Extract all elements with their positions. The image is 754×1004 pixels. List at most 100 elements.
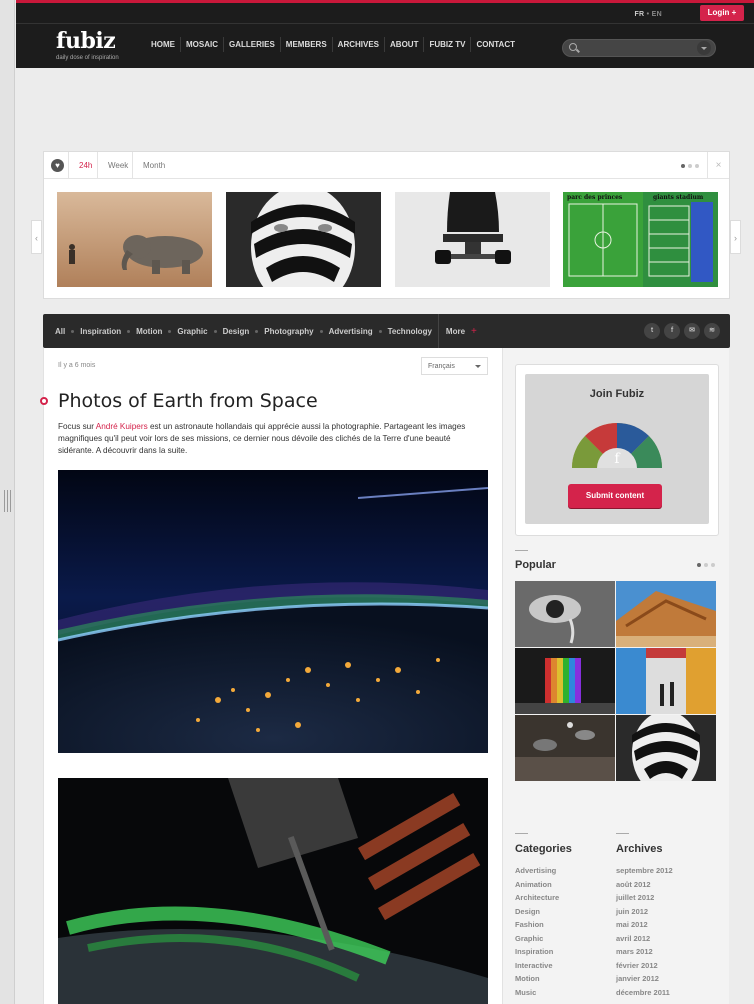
- category-link[interactable]: Music: [515, 986, 559, 1000]
- popular-thumb-eye[interactable]: [515, 581, 615, 647]
- category-link[interactable]: Fashion: [515, 918, 559, 932]
- featured-thumb-elephant[interactable]: [57, 192, 212, 287]
- category-link[interactable]: Interactive: [515, 959, 559, 973]
- heart-icon: ♥: [51, 159, 64, 172]
- archive-link[interactable]: juillet 2012: [616, 891, 673, 905]
- popular-title: Popular: [515, 559, 556, 571]
- logo-text: fubiz: [56, 28, 116, 54]
- category-link[interactable]: Animation: [515, 878, 559, 892]
- language-select[interactable]: Français: [421, 357, 488, 375]
- nav-archives[interactable]: ARCHIVES: [331, 37, 384, 52]
- popular-pager[interactable]: [697, 563, 715, 567]
- nav-about[interactable]: ABOUT: [384, 37, 423, 52]
- social-links: t f ✉ ≋: [644, 323, 720, 339]
- popular-thumb-face[interactable]: [616, 715, 716, 781]
- cat-advertising[interactable]: Advertising: [329, 327, 373, 336]
- cat-motion[interactable]: Motion: [136, 327, 162, 336]
- nav-mosaic[interactable]: MOSAIC: [180, 37, 223, 52]
- nav-home[interactable]: HOME: [146, 37, 180, 52]
- author-link[interactable]: André Kuipers: [96, 422, 148, 431]
- cat-more[interactable]: More: [446, 327, 465, 336]
- featured-prev-arrow[interactable]: ‹: [31, 220, 42, 254]
- post-date: Il y a 6 mois: [58, 362, 96, 369]
- lang-fr[interactable]: FR: [634, 11, 644, 18]
- featured-thumb-skateboard[interactable]: [395, 192, 550, 287]
- nav-members[interactable]: MEMBERS: [279, 37, 332, 52]
- divider: [515, 550, 528, 551]
- login-button[interactable]: Login +: [700, 5, 744, 21]
- category-nav: All Inspiration Motion Graphic Design Ph…: [55, 314, 477, 348]
- submit-content-button[interactable]: Submit content: [568, 484, 662, 508]
- cat-graphic[interactable]: Graphic: [177, 327, 207, 336]
- featured-thumb-stadium[interactable]: parc des princes giants stadium: [563, 192, 718, 287]
- chevron-down-icon[interactable]: [697, 41, 711, 55]
- archive-link[interactable]: février 2012: [616, 959, 673, 973]
- logo[interactable]: fubiz: [56, 28, 116, 54]
- archive-link[interactable]: décembre 2011: [616, 986, 673, 1000]
- nav-galleries[interactable]: GALLERIES: [223, 37, 280, 52]
- category-link[interactable]: Inspiration: [515, 945, 559, 959]
- category-link[interactable]: Architecture: [515, 891, 559, 905]
- popular-thumb-architecture[interactable]: [616, 581, 716, 647]
- popular-thumb-swing[interactable]: [515, 715, 615, 781]
- popular-thumb-gallery[interactable]: [616, 648, 716, 714]
- article-title[interactable]: Photos of Earth from Space: [58, 390, 318, 412]
- close-icon[interactable]: ×: [707, 152, 729, 179]
- header-divider: [16, 23, 754, 24]
- nav-fubiz-tv[interactable]: FUBIZ TV: [423, 37, 470, 52]
- twitter-icon[interactable]: t: [644, 323, 660, 339]
- archive-link[interactable]: avril 2012: [616, 932, 673, 946]
- cat-all[interactable]: All: [55, 327, 65, 336]
- mail-icon[interactable]: ✉: [684, 323, 700, 339]
- tab-month[interactable]: Month: [132, 152, 175, 179]
- left-rail: [0, 0, 15, 1004]
- category-link[interactable]: Design: [515, 905, 559, 919]
- lang-en[interactable]: EN: [652, 11, 662, 18]
- archive-link[interactable]: juin 2012: [616, 905, 673, 919]
- nav-contact[interactable]: CONTACT: [470, 37, 520, 52]
- plus-icon[interactable]: +: [471, 326, 477, 337]
- category-list: Advertising Animation Architecture Desig…: [515, 864, 559, 999]
- article-body: Focus sur André Kuipers est un astronaut…: [58, 421, 488, 457]
- cat-design[interactable]: Design: [223, 327, 250, 336]
- article: Il y a 6 mois Français Photos of Earth f…: [40, 348, 502, 1004]
- language-switcher[interactable]: FR • EN: [634, 11, 662, 18]
- stadium-label-right: giants stadium: [653, 194, 704, 201]
- featured-strip: ♥ 24h Week Month × parc des princes gian…: [43, 151, 730, 299]
- divider: [515, 833, 528, 834]
- join-title: Join Fubiz: [589, 388, 645, 400]
- featured-tabs: ♥ 24h Week Month ×: [44, 152, 729, 179]
- cat-photography[interactable]: Photography: [264, 327, 313, 336]
- category-link[interactable]: Advertising: [515, 864, 559, 878]
- archive-link[interactable]: août 2012: [616, 878, 673, 892]
- featured-next-arrow[interactable]: ›: [730, 220, 741, 254]
- archive-link[interactable]: mars 2012: [616, 945, 673, 959]
- archives-title: Archives: [616, 843, 663, 855]
- cat-technology[interactable]: Technology: [388, 327, 432, 336]
- category-link[interactable]: Graphic: [515, 932, 559, 946]
- search-icon: [569, 43, 577, 51]
- body-intro: Focus sur: [58, 422, 96, 431]
- post-marker-icon: [40, 397, 48, 405]
- category-bar: All Inspiration Motion Graphic Design Ph…: [43, 314, 730, 348]
- archive-link[interactable]: septembre 2012: [616, 864, 673, 878]
- main-nav: HOME MOSAIC GALLERIES MEMBERS ARCHIVES A…: [146, 37, 520, 52]
- article-photo-station[interactable]: [58, 778, 488, 1004]
- archive-list: septembre 2012 août 2012 juillet 2012 ju…: [616, 864, 673, 999]
- categories-title: Categories: [515, 843, 572, 855]
- stadium-label-left: parc des princes: [567, 194, 623, 201]
- article-photo-europe[interactable]: [58, 470, 488, 753]
- category-link[interactable]: Motion: [515, 972, 559, 986]
- facebook-icon[interactable]: f: [664, 323, 680, 339]
- drag-handle-icon[interactable]: [4, 490, 11, 512]
- join-wheel-image: f: [572, 418, 662, 468]
- popular-thumb-rainbow[interactable]: [515, 648, 615, 714]
- sidebar: Join Fubiz f Submit content Popular Cate…: [502, 348, 729, 1004]
- search-input[interactable]: [562, 39, 716, 57]
- cat-inspiration[interactable]: Inspiration: [80, 327, 121, 336]
- rss-icon[interactable]: ≋: [704, 323, 720, 339]
- featured-pager[interactable]: [681, 164, 699, 168]
- featured-thumb-face[interactable]: [226, 192, 381, 287]
- archive-link[interactable]: mai 2012: [616, 918, 673, 932]
- archive-link[interactable]: janvier 2012: [616, 972, 673, 986]
